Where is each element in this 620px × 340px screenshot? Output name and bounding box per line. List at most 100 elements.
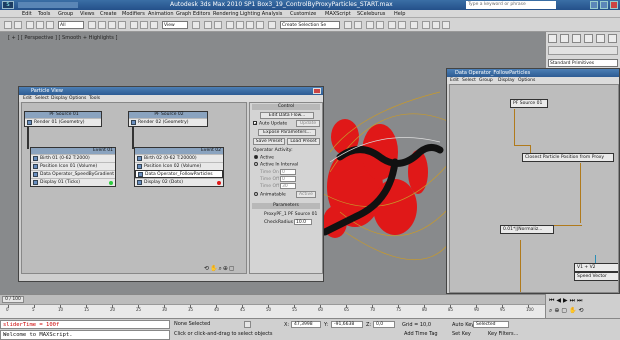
dow-menu-item[interactable]: Edit (450, 78, 459, 83)
menu-item[interactable]: Group (58, 11, 73, 17)
spinner-snap-icon[interactable] (256, 21, 264, 29)
speed-vector-output[interactable]: Speed Vector (574, 272, 618, 281)
menu-item[interactable]: Modifiers (122, 11, 145, 17)
layer-icon[interactable] (366, 21, 374, 29)
menu-item[interactable]: Customize (290, 11, 316, 17)
motion-tab-icon[interactable] (584, 34, 593, 43)
edit-named-sets-icon[interactable] (268, 21, 276, 29)
link-icon[interactable] (26, 21, 34, 29)
node-operator[interactable]: Render 02 (Geometry) (129, 118, 207, 126)
menu-item[interactable]: Create (100, 11, 117, 17)
pv-menu-item[interactable]: Tools (89, 96, 100, 101)
pf-source-01-node[interactable]: PF Source 01 Render 01 (Geometry) (24, 111, 102, 127)
add-time-tag-button[interactable]: Add Time Tag (404, 331, 438, 337)
time-offset-field[interactable]: 30 (280, 183, 296, 189)
create-category-icons[interactable] (548, 46, 618, 55)
pivot-icon[interactable] (192, 21, 200, 29)
select-icon[interactable] (88, 21, 96, 29)
y-coord-field[interactable]: -91,6638 (331, 321, 363, 328)
active-track-button[interactable]: Active (296, 191, 316, 198)
utilities-tab-icon[interactable] (608, 34, 617, 43)
menu-item[interactable]: Help (394, 11, 405, 17)
menu-item[interactable]: Tools (38, 11, 50, 17)
z-coord-field[interactable]: 0,0 (373, 321, 395, 328)
align-icon[interactable] (354, 21, 362, 29)
auto-update-checkbox[interactable]: ✓Auto Update (253, 121, 287, 127)
data-operator-title[interactable]: Data Operator_FollowParticles (447, 69, 619, 77)
node-operator[interactable]: Birth 01 (0-62 T:2000) (31, 154, 115, 162)
maximize-button[interactable] (600, 1, 608, 9)
region-icon[interactable] (108, 21, 116, 29)
app-logo-icon[interactable]: S (2, 1, 14, 9)
auto-key-button[interactable]: Auto Key (452, 322, 474, 328)
select-by-name-icon[interactable] (98, 21, 106, 29)
data-flow-graph[interactable]: PF Source 01 Closest Particle Position f… (449, 84, 619, 293)
time-slider-track[interactable]: 0 / 100 (0, 295, 545, 304)
proxypf-value[interactable]: PF Source 01 (288, 212, 317, 217)
pf-source-01-operator[interactable]: PF Source 01 (510, 99, 548, 108)
save-preset-button[interactable]: Save Preset (253, 138, 285, 145)
snap-icon[interactable] (226, 21, 234, 29)
menu-item[interactable]: Animation (148, 11, 174, 17)
pv-menu-item[interactable]: Display (51, 96, 68, 101)
pf-source-02-node[interactable]: PF Source 02 Render 02 (Geometry) (128, 111, 208, 127)
animatable-radio[interactable]: Animatable (254, 192, 286, 198)
material-editor-icon[interactable] (410, 21, 418, 29)
node-operator[interactable]: Render 01 (Geometry) (25, 118, 101, 126)
window-crossing-icon[interactable] (118, 21, 126, 29)
particle-flow-graph[interactable]: PF Source 01 Render 01 (Geometry) PF Sou… (21, 102, 247, 274)
selection-filter-dropdown[interactable]: All (58, 21, 84, 29)
sum-operator[interactable]: V1 + V2 (574, 263, 618, 272)
x-coord-field[interactable]: 47,3998 (291, 321, 321, 328)
key-filters-button[interactable]: Key Filters... (488, 331, 518, 337)
expose-parameters-button[interactable]: Expose Parameters... (258, 129, 316, 136)
quick-access-icons[interactable] (18, 2, 78, 8)
load-preset-button[interactable]: Load Preset (287, 138, 320, 145)
create-tab-icon[interactable] (548, 34, 557, 43)
percent-snap-icon[interactable] (246, 21, 254, 29)
active-in-interval-radio[interactable]: Active In Interval (254, 162, 298, 168)
close-button[interactable] (610, 1, 618, 9)
particle-view-title[interactable]: Particle View (19, 87, 323, 95)
checkradius-field[interactable]: 10.0 (294, 219, 312, 225)
named-selection-dropdown[interactable]: Create Selection Se (280, 21, 340, 29)
node-operator[interactable]: Data Operator_SpeedByGradient (31, 170, 115, 178)
node-operator[interactable]: Display 02 (Dots) (135, 178, 223, 186)
dow-menu-item[interactable]: Select (462, 78, 476, 83)
node-operator[interactable]: Position Icon 02 (Volume) (135, 162, 223, 170)
reference-coord-dropdown[interactable]: View (162, 21, 188, 29)
search-input[interactable]: Type a keyword or phrase (466, 1, 556, 9)
maxscript-listener-line[interactable]: sliderTime = 100f (0, 320, 170, 329)
manipulate-icon[interactable] (204, 21, 212, 29)
pv-menu-item[interactable]: Select (35, 96, 49, 101)
curve-editor-icon[interactable] (388, 21, 396, 29)
auto-key-dropdown[interactable]: Selected (473, 321, 509, 328)
set-key-button[interactable]: Set Key (452, 331, 471, 337)
menu-item[interactable]: SCeleburus (357, 11, 385, 17)
node-operator[interactable]: Position Icon 01 (Volume) (31, 162, 115, 170)
modify-tab-icon[interactable] (560, 34, 569, 43)
menu-item[interactable]: Rendering (213, 11, 239, 17)
render-icon[interactable] (442, 21, 450, 29)
time-off-field[interactable]: 0 (280, 176, 296, 182)
navigation-icons[interactable]: ⟲✋⌕⊕▢ (204, 265, 246, 273)
minimize-button[interactable] (590, 1, 598, 9)
update-button[interactable]: Update (296, 120, 320, 127)
menu-item[interactable]: Edit (22, 11, 32, 17)
viewport-nav-icons[interactable]: ⌕⊕▢✋⟲ (549, 307, 617, 315)
maxscript-mini-listener[interactable]: Welcome to MAXScript. (0, 330, 170, 340)
menu-item[interactable]: MAXScript (325, 11, 351, 17)
closest-particle-position-operator[interactable]: Closest Particle Position from Proxy (522, 153, 614, 162)
rendered-frame-icon[interactable] (432, 21, 440, 29)
lock-selection-icon[interactable] (244, 321, 251, 328)
unlink-icon[interactable] (36, 21, 44, 29)
move-icon[interactable] (130, 21, 138, 29)
object-type-dropdown[interactable]: Standard Primitives (548, 59, 618, 67)
bind-icon[interactable] (46, 21, 54, 29)
normalize-expression-operator[interactable]: 0.01*||Normaliz... (500, 225, 554, 234)
playback-controls-icons[interactable]: ⏮◀▶⏭⏭ (549, 297, 617, 305)
node-operator[interactable]: Birth 02 (0-62 T:20000) (135, 154, 223, 162)
pv-close-button[interactable] (313, 88, 321, 94)
menu-item[interactable]: Views (80, 11, 94, 17)
node-operator-selected[interactable]: Data Operator_FollowParticles (135, 170, 223, 178)
